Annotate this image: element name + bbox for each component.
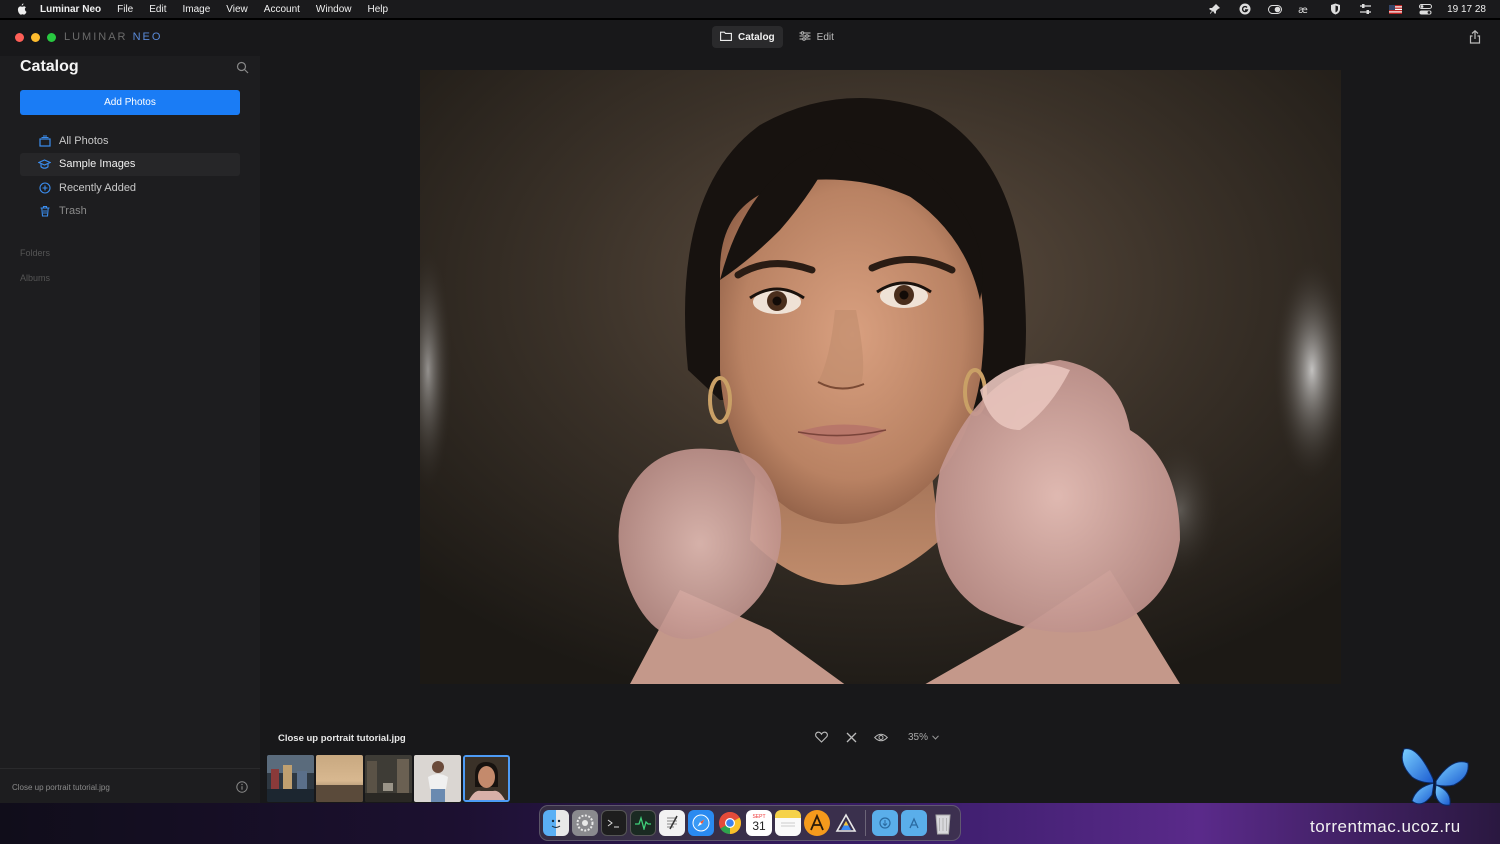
menu-bar: Luminar Neo File Edit Image View Account… [0,0,1500,18]
filmstrip [267,755,510,802]
footer-filename: Close up portrait tutorial.jpg [12,783,110,792]
heart-icon[interactable] [814,730,828,744]
title-bar: LUMINAR NEO Catalog Edit [0,20,1500,56]
menu-file[interactable]: File [117,4,133,15]
butterfly-icon [1401,748,1469,806]
activity-monitor-icon[interactable] [630,810,656,836]
tab-catalog-label: Catalog [738,31,775,43]
tab-edit-label: Edit [816,31,834,43]
sliders-icon[interactable] [1357,3,1373,15]
ae-icon[interactable]: æ [1297,3,1313,15]
dock: SEPT 31 [539,805,961,841]
menu-help[interactable]: Help [368,4,389,15]
grammarly-icon[interactable] [1237,3,1253,15]
close-window-button[interactable] [15,33,24,42]
calendar-icon[interactable]: SEPT 31 [746,810,772,836]
menu-account[interactable]: Account [264,4,300,15]
info-icon[interactable] [236,780,249,793]
menu-window[interactable]: Window [316,4,352,15]
control-center-icon[interactable] [1417,3,1433,15]
system-preferences-icon[interactable] [572,810,598,836]
zoom-dropdown[interactable]: 35% [908,732,939,743]
trash-icon [38,205,51,218]
thumbnail-selected[interactable] [463,755,510,802]
sidebar-item-recently-added[interactable]: Recently Added [20,176,240,199]
pin-icon[interactable] [1207,3,1223,15]
thumbnail[interactable] [267,755,314,802]
section-folders[interactable]: Folders [20,248,50,258]
sidebar-nav: All Photos Sample Images Recently Added … [20,129,240,223]
app-a-icon[interactable] [804,810,830,836]
search-icon[interactable] [236,61,250,75]
thumbnail[interactable] [316,755,363,802]
menu-edit[interactable]: Edit [149,4,166,15]
thumbnail[interactable] [365,755,412,802]
sidebar-item-label: Sample Images [59,158,136,170]
minimize-window-button[interactable] [31,33,40,42]
eye-icon[interactable] [874,730,888,744]
menu-view[interactable]: View [226,4,248,15]
graduation-cap-icon [38,158,51,171]
trash-icon[interactable] [930,810,956,836]
applications-folder-icon[interactable] [901,810,927,836]
downloads-folder-icon[interactable] [872,810,898,836]
dock-separator [865,810,866,836]
add-photos-button[interactable]: Add Photos [20,90,240,115]
app-window: LUMINAR NEO Catalog Edit Catalog Add Pho… [0,20,1500,803]
chevron-down-icon [932,732,939,743]
logo-luminar: LUMINAR [64,31,128,43]
notes-icon[interactable] [775,810,801,836]
shield-icon[interactable] [1327,3,1343,15]
luminar-icon[interactable] [833,810,859,836]
main-photo[interactable] [420,70,1341,684]
plus-circle-icon [38,181,51,194]
sidebar-item-all-photos[interactable]: All Photos [20,129,240,152]
tab-catalog[interactable]: Catalog [712,26,783,48]
chrome-icon[interactable] [717,810,743,836]
safari-icon[interactable] [688,810,714,836]
sliders-icon [799,30,811,44]
calendar-day: 31 [752,818,766,833]
sidebar-item-label: Trash [59,205,87,217]
finder-icon[interactable] [543,810,569,836]
sidebar-title: Catalog [20,58,79,75]
sidebar-item-label: Recently Added [59,181,137,194]
textedit-icon[interactable] [659,810,685,836]
logo-neo: NEO [132,31,163,43]
battery-toggle-icon[interactable] [1267,3,1283,15]
share-icon[interactable] [1469,29,1483,44]
zoom-window-button[interactable] [47,33,56,42]
us-flag-icon[interactable] [1387,3,1403,15]
zoom-value: 35% [908,731,929,743]
apple-icon[interactable] [14,2,28,16]
section-albums[interactable]: Albums [20,273,50,283]
photo-actions: 35% [814,730,939,744]
terminal-icon[interactable] [601,810,627,836]
svg-text:æ: æ [1298,5,1308,14]
thumbnail[interactable] [414,755,461,802]
sidebar-item-trash[interactable]: Trash [20,200,240,223]
image-name: Close up portrait tutorial.jpg [278,733,406,744]
app-logo: LUMINAR NEO [64,31,162,43]
sidebar-item-sample-images[interactable]: Sample Images [20,152,240,176]
sidebar-item-label: All Photos [59,134,109,147]
menubar-clock[interactable]: 19 17 28 [1447,4,1486,15]
watermark-text: torrentmac.ucoz.ru [1310,817,1461,836]
reject-icon[interactable] [844,730,858,744]
folder-icon [720,31,732,44]
menu-app-name[interactable]: Luminar Neo [40,4,101,15]
sidebar: Catalog Add Photos All Photos Sample Ima… [0,56,260,803]
stack-icon [38,134,51,147]
mode-switch: Catalog Edit [712,26,842,48]
tab-edit[interactable]: Edit [791,26,842,48]
sidebar-footer: Close up portrait tutorial.jpg [0,768,260,803]
menu-image[interactable]: Image [182,4,210,15]
